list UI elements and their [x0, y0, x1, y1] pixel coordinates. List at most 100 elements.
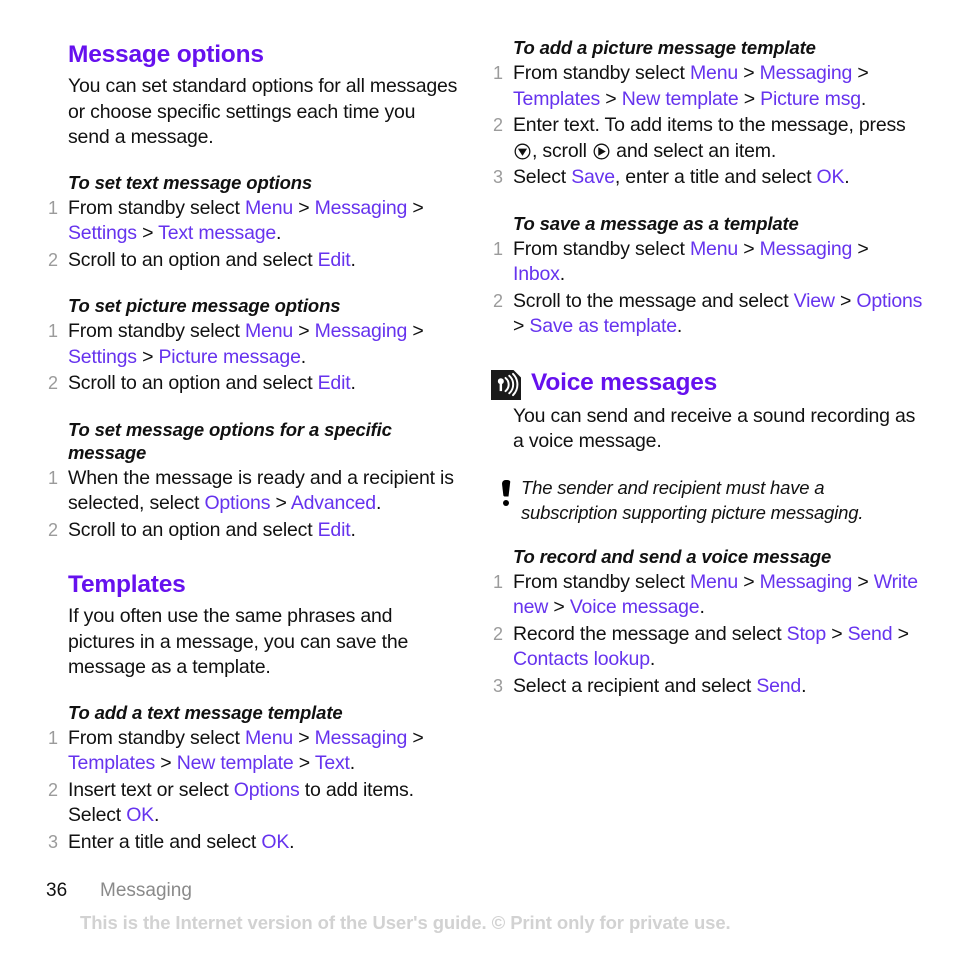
- menu-path-item: New template: [621, 87, 739, 110]
- step-text: Select: [513, 166, 572, 188]
- menu-path-item: Text: [314, 752, 350, 774]
- menu-path-item: Messaging: [759, 570, 853, 593]
- step-item: 2 Scroll to an option and select Edit.: [46, 518, 459, 544]
- step-text: .: [276, 222, 282, 244]
- step-item: 2 Enter text. To add items to the message…: [491, 113, 924, 164]
- menu-path-item: Menu: [690, 237, 738, 260]
- step-number: 2: [48, 249, 58, 270]
- step-body: Scroll to an option and select Edit.: [68, 371, 459, 397]
- step-list-set-message-options-specific: 1 When the message is ready and a recipie…: [46, 466, 459, 544]
- step-text: >: [548, 596, 570, 618]
- menu-path-item: Picture msg: [760, 87, 861, 110]
- two-column-layout: Message options You can set standard opt…: [0, 0, 954, 856]
- step-body: Insert text or select Options to add ite…: [68, 778, 459, 829]
- menu-path-item: Inbox: [513, 263, 560, 285]
- step-number: 2: [493, 290, 503, 311]
- step-text: .: [649, 648, 656, 670]
- step-text: From standby select: [68, 726, 245, 749]
- step-text: From standby select: [513, 237, 690, 260]
- step-number: 1: [48, 727, 58, 748]
- task-title-set-picture-message-options: To set picture message options: [68, 295, 341, 316]
- exclamation-dot: [503, 499, 509, 506]
- menu-path-item: Send: [847, 622, 893, 645]
- menu-path-item: Menu: [690, 62, 738, 84]
- menu-path-item: Send: [756, 674, 802, 697]
- step-body: Select Save, enter a title and select OK…: [513, 165, 924, 191]
- voice-message-icon: [491, 369, 521, 400]
- section-intro-voice-messages: You can send and receive a sound recordi…: [513, 404, 916, 453]
- step-text: >: [600, 87, 622, 110]
- step-text: From standby select: [513, 62, 690, 84]
- task-title-set-message-options-specific: To set message options for a specific me…: [68, 418, 392, 463]
- step-text: .: [375, 492, 382, 514]
- step-text: >: [292, 196, 315, 219]
- step-text: .: [559, 263, 565, 285]
- menu-path-item: Options: [204, 492, 271, 514]
- step-body: Scroll to an option and select Edit.: [68, 518, 459, 544]
- task-title-add-text-message-template: To add a text message template: [68, 701, 343, 723]
- step-number: 1: [48, 467, 58, 488]
- step-text: >: [892, 622, 909, 645]
- step-text: From standby select: [513, 570, 690, 593]
- task-title-add-picture-message-template: To add a picture message template: [513, 37, 816, 58]
- step-text: >: [738, 87, 761, 110]
- step-text: .: [289, 830, 295, 853]
- step-text: .: [860, 87, 867, 110]
- menu-path-item: Menu: [245, 320, 293, 342]
- menu-path-item: Messaging: [314, 320, 408, 342]
- step-text: .: [349, 752, 355, 774]
- chapter-name: Messaging: [100, 880, 192, 901]
- step-text: >: [852, 237, 869, 260]
- step-number: 2: [48, 519, 58, 540]
- step-text: Enter text. To add items to the message,…: [513, 114, 906, 136]
- step-text: >: [825, 622, 848, 645]
- step-body: From standby select Menu > Messaging > T…: [513, 61, 924, 112]
- step-number: 3: [48, 831, 58, 852]
- step-text: >: [136, 345, 159, 368]
- section-title-templates: Templates: [68, 571, 186, 598]
- step-text: Scroll to the message and select: [513, 289, 794, 312]
- task-title-record-and-send-voice-message: To record and send a voice message: [513, 545, 832, 567]
- step-text: .: [699, 596, 705, 618]
- step-text: >: [136, 222, 159, 244]
- step-body: Scroll to the message and select View > …: [513, 289, 924, 340]
- voice-messages-heading-row: Voice messages: [491, 367, 924, 402]
- step-body: Enter text. To add items to the message,…: [513, 113, 924, 164]
- exclamation-icon: [491, 475, 521, 506]
- step-body: Scroll to an option and select Edit.: [68, 248, 459, 274]
- step-text: .: [350, 372, 356, 394]
- menu-path-item: Edit: [317, 372, 351, 394]
- step-number: 1: [493, 63, 503, 83]
- menu-path-item: Menu: [690, 570, 738, 593]
- page-number: 36: [46, 880, 68, 901]
- left-column: Message options You can set standard opt…: [0, 0, 477, 856]
- menu-path-item: Messaging: [314, 726, 408, 749]
- menu-path-item: Voice message: [569, 596, 700, 618]
- section-intro-templates: If you often use the same phrases and pi…: [68, 605, 409, 678]
- step-body: From standby select Menu > Messaging > T…: [68, 726, 459, 777]
- menu-path-item: Save as template: [529, 315, 677, 337]
- menu-path-item: Advanced: [290, 492, 376, 514]
- step-item: 1 From standby select Menu > Messaging > …: [46, 726, 459, 777]
- menu-path-item: Menu: [245, 196, 293, 219]
- footer-primary-line: 36 Messaging: [0, 880, 954, 902]
- step-number: 1: [48, 197, 58, 218]
- step-text: Scroll to an option and select: [68, 372, 318, 394]
- step-item: 3 Enter a title and select OK.: [46, 830, 459, 856]
- step-item: 1 From standby select Menu > Messaging > …: [491, 570, 924, 621]
- menu-path-item: Edit: [317, 518, 351, 541]
- step-list-record-and-send-voice-message: 1 From standby select Menu > Messaging > …: [491, 570, 924, 700]
- right-column: To add a picture message template 1 From …: [477, 0, 954, 700]
- step-list-add-text-message-template: 1 From standby select Menu > Messaging > …: [46, 726, 459, 856]
- menu-path-item: Messaging: [314, 196, 408, 219]
- step-body: From standby select Menu > Messaging > W…: [513, 570, 924, 621]
- step-text: .: [350, 248, 356, 271]
- step-item: 1 From standby select Menu > Messaging > …: [46, 196, 459, 247]
- step-body: Record the message and select Stop > Sen…: [513, 622, 924, 673]
